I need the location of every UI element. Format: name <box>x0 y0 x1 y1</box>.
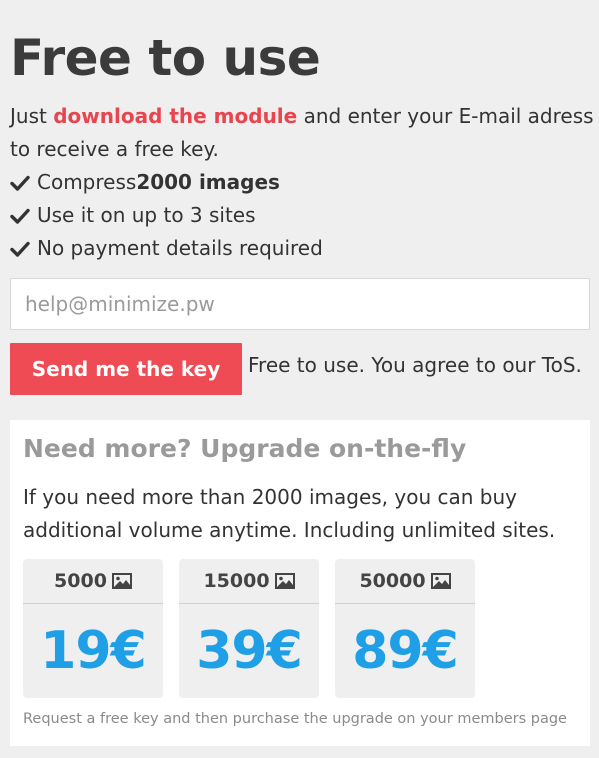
intro-before: Just <box>10 104 54 128</box>
download-module-link[interactable]: download the module <box>53 104 297 128</box>
feature-item: No payment details required <box>10 232 323 265</box>
feature-text: Compress <box>37 170 137 194</box>
feature-item: Use it on up to 3 sites <box>10 199 323 232</box>
plan-price: 19€ <box>40 621 147 681</box>
send-key-button[interactable]: Send me the key <box>10 343 242 395</box>
intro-text: Just download the module and enter your … <box>10 100 595 166</box>
page-title: Free to use <box>10 29 321 87</box>
plan-list: 5000 19€ 15000 39€ 50000 89€ <box>23 559 475 698</box>
feature-text: Use it on up to 3 sites <box>37 203 256 227</box>
plan-price: 89€ <box>352 621 459 681</box>
image-icon <box>274 573 295 589</box>
upgrade-footnote: Request a free key and then purchase the… <box>23 711 567 727</box>
plan-quantity: 50000 <box>335 559 475 604</box>
image-icon <box>111 573 132 589</box>
plan-card-50000[interactable]: 50000 89€ <box>335 559 475 698</box>
upgrade-panel: Need more? Upgrade on-the-fly If you nee… <box>10 420 590 746</box>
tos-text: Free to use. You agree to our ToS. <box>248 353 582 377</box>
feature-text: No payment details required <box>37 236 323 260</box>
plan-quantity-value: 50000 <box>359 570 426 592</box>
plan-quantity-value: 15000 <box>203 570 270 592</box>
feature-text-bold: 2000 images <box>136 170 280 194</box>
upgrade-description: If you need more than 2000 images, you c… <box>23 485 556 542</box>
upgrade-title: Need more? Upgrade on-the-fly <box>23 434 467 463</box>
checkmark-icon <box>10 208 30 224</box>
plan-card-5000[interactable]: 5000 19€ <box>23 559 163 698</box>
plan-card-15000[interactable]: 15000 39€ <box>179 559 319 698</box>
checkmark-icon <box>10 241 30 257</box>
plan-quantity: 15000 <box>179 559 319 604</box>
image-icon <box>430 573 451 589</box>
feature-item: Compress 2000 images <box>10 166 323 199</box>
checkmark-icon <box>10 175 30 191</box>
feature-list: Compress 2000 images Use it on up to 3 s… <box>10 166 323 265</box>
plan-quantity: 5000 <box>23 559 163 604</box>
plan-quantity-value: 5000 <box>54 570 107 592</box>
email-input[interactable] <box>10 278 590 330</box>
plan-price: 39€ <box>196 621 303 681</box>
